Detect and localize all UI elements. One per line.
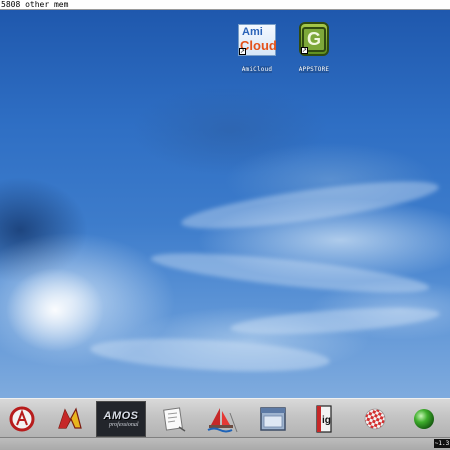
- dock-item-ig[interactable]: ig: [308, 403, 340, 435]
- desktop-icon-label: APPSTORE: [298, 66, 330, 73]
- bottom-badge: ~1.3: [434, 439, 450, 448]
- amos-icon: AMOS professional: [103, 410, 139, 428]
- boing-ball-icon: [364, 408, 386, 430]
- screen-title-text: 5808 other mem: [1, 0, 69, 9]
- appstore-icon: G ↗: [299, 22, 329, 56]
- notepad-icon: [163, 407, 186, 432]
- dock-item-boing-ball[interactable]: [359, 403, 391, 435]
- dock: AMOS professional ig: [0, 398, 450, 438]
- svg-text:ig: ig: [322, 415, 331, 426]
- dock-item-n-logo[interactable]: [54, 403, 86, 435]
- ship-icon: [207, 408, 238, 433]
- dock-item-green-sphere[interactable]: [408, 403, 440, 435]
- amicloud-icon: Ami Cloud ↗: [238, 24, 277, 56]
- green-sphere-icon: [414, 409, 434, 429]
- dock-item-aweb[interactable]: [6, 403, 38, 435]
- aweb-icon: [9, 406, 35, 432]
- dock-item-amos[interactable]: AMOS professional: [96, 401, 146, 437]
- dock-item-window[interactable]: [257, 403, 289, 435]
- window-icon: [260, 407, 286, 431]
- dock-item-ship[interactable]: [206, 403, 238, 435]
- desktop-icon-label: AmiCloud: [241, 66, 273, 73]
- bottom-strip: ~1.3: [0, 438, 450, 450]
- ig-icon: ig: [316, 405, 332, 433]
- n-logo-icon: [58, 407, 82, 429]
- desktop-icon-appstore[interactable]: G ↗ APPSTORE: [290, 22, 338, 75]
- dock-item-notepad[interactable]: [158, 403, 190, 435]
- desktop-icon-amicloud[interactable]: Ami Cloud ↗ AmiCloud: [233, 24, 281, 75]
- screen-title-bar[interactable]: 5808 other mem: [0, 0, 450, 10]
- desktop-backdrop[interactable]: Ami Cloud ↗ AmiCloud G ↗ APPSTORE: [0, 10, 450, 398]
